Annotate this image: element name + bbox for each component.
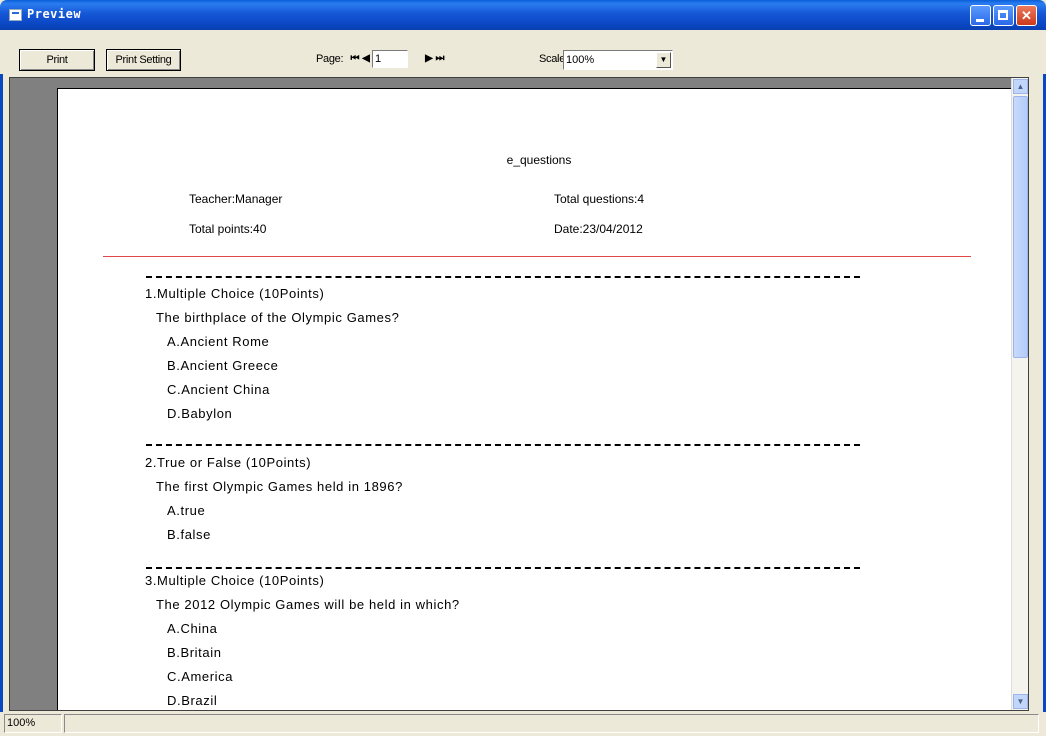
question-text: The first Olympic Games held in 1896? [156,479,403,494]
date-info: Date:23/04/2012 [554,222,643,236]
scroll-up-icon[interactable]: ▲ [1013,79,1028,94]
print-setting-button[interactable]: Print Setting [106,49,181,71]
document-title: e_questions [506,153,572,167]
document-page: e_questions Teacher:Manager Total questi… [57,88,1021,710]
answer-option: B.Ancient Greece [167,358,279,373]
zoom-status: 100% [4,714,62,733]
status-pane [64,714,1039,733]
window-border-left [0,30,3,736]
preview-area: e_questions Teacher:Manager Total questi… [9,77,1029,711]
scrollbar-thumb[interactable] [1013,96,1028,358]
answer-option: B.Britain [167,645,222,660]
answer-option: D.Brazil [167,693,218,708]
maximize-button[interactable] [993,5,1014,26]
answer-option: C.America [167,669,234,684]
page-number-input[interactable]: 1 [372,50,408,68]
status-bar: 100% [0,712,1046,736]
answer-option: C.Ancient China [167,382,270,397]
print-button[interactable]: Print [19,49,95,71]
answer-option: A.true [167,503,206,518]
scale-select[interactable]: 100% ▼ [563,50,673,70]
question-header: 1.Multiple Choice (10Points) [145,286,325,301]
app-icon [9,9,22,21]
question-separator [146,444,860,446]
prev-page-icon[interactable]: ◀ [361,53,371,65]
last-page-icon[interactable]: ⏭ [435,53,445,65]
close-button[interactable]: ✕ [1016,5,1037,26]
scroll-down-icon[interactable]: ▼ [1013,694,1028,709]
question-separator [146,567,860,569]
scale-label: Scale [539,53,566,65]
question-header: 3.Multiple Choice (10Points) [145,573,325,588]
total-points-info: Total points:40 [189,222,267,236]
total-questions-info: Total questions:4 [554,192,645,206]
next-page-icon[interactable]: ▶ [424,53,434,65]
question-text: The 2012 Olympic Games will be held in w… [156,597,460,612]
minimize-button[interactable] [970,5,991,26]
question-text: The birthplace of the Olympic Games? [156,310,400,325]
question-header: 2.True or False (10Points) [145,455,312,470]
answer-option: D.Babylon [167,406,233,421]
chevron-down-icon[interactable]: ▼ [656,52,671,68]
first-page-icon[interactable]: ⏮ [350,53,360,65]
title-bar: Preview ✕ [0,0,1046,30]
teacher-info: Teacher:Manager [189,192,283,206]
window-title: Preview [27,7,82,21]
answer-option: A.China [167,621,218,636]
page-label: Page: [316,53,344,65]
answer-option: A.Ancient Rome [167,334,270,349]
scale-value: 100% [566,54,595,66]
answer-option: B.false [167,527,211,542]
header-divider [103,256,971,257]
question-separator [146,276,860,278]
vertical-scrollbar[interactable]: ▲ ▼ [1011,78,1028,710]
